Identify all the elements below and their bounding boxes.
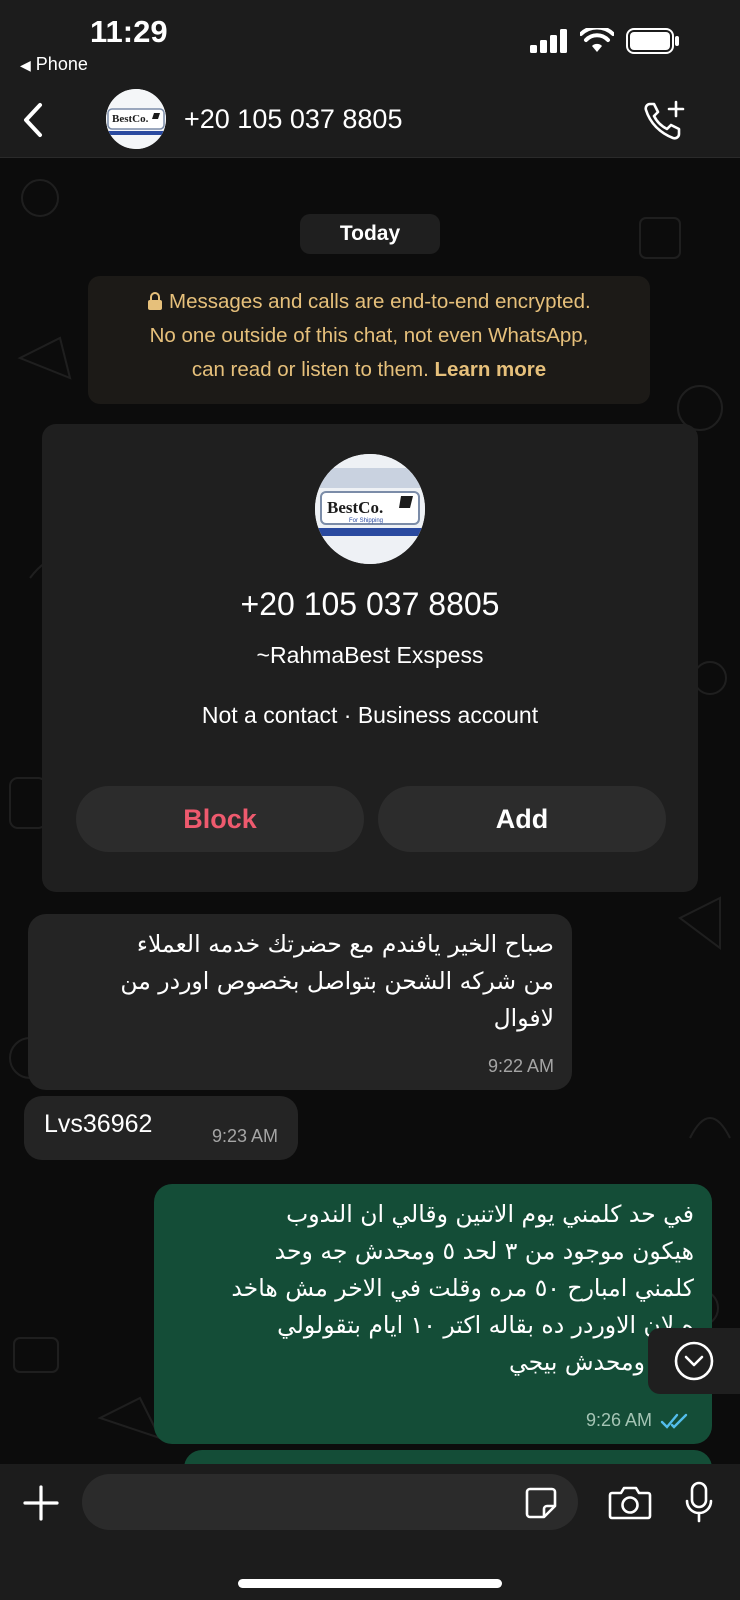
message-input[interactable] <box>82 1474 578 1530</box>
date-chip: Today <box>300 214 440 254</box>
message-time: 9:26 AM <box>585 1410 652 1430</box>
encryption-line-1: Messages and calls are end-to-end encryp… <box>88 285 650 319</box>
learn-more-link[interactable]: Learn more <box>435 358 547 381</box>
status-bar: 11:29 ◀ Phone <box>0 0 740 84</box>
logo-subtext: For Shipping <box>349 518 383 524</box>
message-time: 9:23 AM <box>211 1126 278 1146</box>
contact-title[interactable]: +20 105 037 8805 <box>184 104 402 135</box>
encryption-line-3: can read or listen to them. Learn more <box>88 353 650 387</box>
signal-icon <box>530 29 567 53</box>
scroll-to-bottom-button[interactable] <box>648 1328 740 1394</box>
encryption-notice[interactable]: Messages and calls are end-to-end encryp… <box>88 276 650 404</box>
card-business-name: ~RahmaBest Exspess <box>256 642 484 668</box>
bestco-logo-icon: BestCo. <box>106 89 166 149</box>
message-text: صباح الخير يافندم مع حضرتك خدمه العملاء … <box>34 926 554 1037</box>
chat-header: BestCo. +20 105 037 8805 <box>0 84 740 158</box>
bestco-logo-icon: BestCo. For Shipping <box>315 454 425 564</box>
add-contact-button[interactable]: Add <box>378 786 666 852</box>
message-text: Lvs36962 <box>44 1110 153 1138</box>
message-bubble-incoming[interactable]: صباح الخير يافندم مع حضرتك خدمه العملاء … <box>28 914 572 1090</box>
status-icons <box>530 28 680 54</box>
svg-text:BestCo.: BestCo. <box>112 113 149 125</box>
status-time: 11:29 <box>90 14 168 49</box>
composer-bar <box>0 1464 740 1600</box>
logo-text: BestCo. <box>327 498 383 517</box>
plus-icon <box>23 1485 59 1521</box>
battery-icon <box>626 28 679 54</box>
message-line: معاد ومحدش بيجي <box>508 1348 694 1376</box>
message-bubble-outgoing[interactable]: في حد كلمني يوم الاتنين وقالي ان الندوب … <box>154 1184 712 1444</box>
chevron-left-icon <box>24 103 42 137</box>
card-avatar[interactable]: BestCo. For Shipping <box>315 454 425 564</box>
back-button[interactable] <box>18 100 48 145</box>
message-line: هيكون موجود من ٣ لحد ٥ ومحدش جه وحد <box>274 1237 694 1265</box>
message-line: في حد كلمني يوم الاتنين وقالي ان الندوب <box>286 1200 694 1228</box>
card-phone-number: +20 105 037 8805 <box>240 586 500 622</box>
contact-info-card: BestCo. For Shipping +20 105 037 8805 ~R… <box>42 424 698 892</box>
home-indicator <box>238 1579 502 1588</box>
message-line: كلمني امبارح ٥٠ مره وقلت في الاخر مش هاخ… <box>231 1274 694 1302</box>
attach-button[interactable] <box>22 1484 60 1527</box>
encryption-text-2: No one outside of this chat, not even Wh… <box>149 324 589 347</box>
encryption-text-1: Messages and calls are end-to-end encryp… <box>169 290 591 313</box>
microphone-button[interactable] <box>684 1481 714 1530</box>
sticker-button[interactable] <box>524 1486 558 1525</box>
add-call-button[interactable] <box>642 98 688 149</box>
message-text: في حد كلمني يوم الاتنين وقالي ان الندوب … <box>164 1196 694 1381</box>
contact-avatar[interactable]: BestCo. <box>106 89 166 149</box>
camera-icon <box>608 1486 652 1520</box>
encryption-text-3: can read or listen to them. <box>191 358 429 381</box>
message-line: من شركه الشحن بتواصل بخصوص اوردر من <box>120 967 554 995</box>
card-account-meta: Not a contact · Business account <box>201 702 539 728</box>
message-line: صباح الخير يافندم مع حضرتك خدمه العملاء <box>136 930 554 958</box>
microphone-icon <box>685 1481 713 1523</box>
lock-icon <box>148 292 163 310</box>
camera-button[interactable] <box>608 1484 652 1525</box>
chevron-down-circle-icon <box>674 1341 714 1381</box>
block-button[interactable]: Block <box>76 786 364 852</box>
back-app-label: Phone <box>35 54 88 74</box>
message-bubble-incoming[interactable]: Lvs36962 9:23 AM <box>24 1096 298 1160</box>
wifi-icon <box>580 28 614 52</box>
read-ticks-icon <box>660 1413 688 1429</box>
sticker-icon <box>525 1487 557 1519</box>
back-to-phone-link[interactable]: ◀ Phone <box>20 54 88 75</box>
message-time: 9:22 AM <box>487 1056 554 1076</box>
message-line: لافوال <box>493 1004 554 1032</box>
message-line: ه لان الاوردر ده بقاله اكتر ١٠ ايام بتقو… <box>277 1311 694 1339</box>
phone-plus-icon <box>644 100 685 140</box>
back-triangle-icon: ◀ <box>20 57 31 73</box>
